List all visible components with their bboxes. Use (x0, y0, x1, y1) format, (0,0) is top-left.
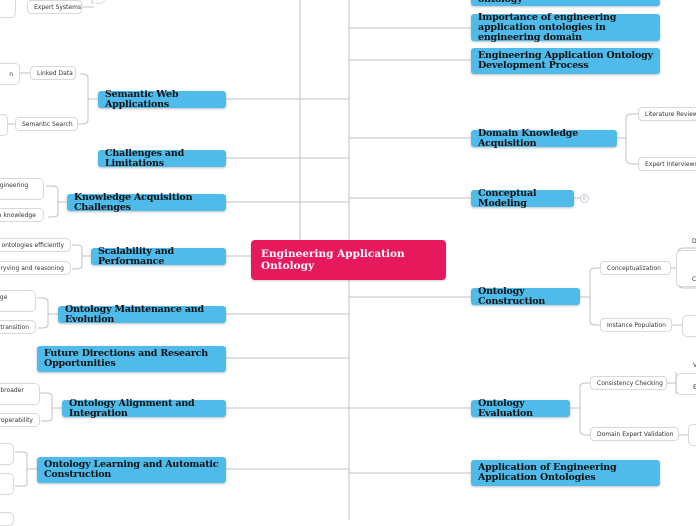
topic-domain-knowledge-acquisition[interactable]: Domain Knowledge Acquisition (471, 128, 617, 148)
subtopic-domain-expert-validation[interactable]: Domain Expert Validation (590, 427, 679, 441)
topic-development-process[interactable]: Engineering Application Ontology Develop… (471, 48, 660, 74)
topic-ontology-top[interactable]: ontology (471, 0, 660, 6)
central-topic-label: Engineering Application Ontology (261, 248, 405, 272)
subtopic-expert-interviews[interactable]: Expert Interviews (638, 157, 696, 171)
leaf-expert-systems-prev[interactable] (0, 0, 16, 18)
topic-conceptual-modeling[interactable]: Conceptual Modeling (471, 188, 574, 208)
leaf-semantic-search-child[interactable] (0, 114, 8, 136)
subtopic-linked-data[interactable]: Linked Data (30, 66, 76, 80)
subtopic-consistency-checking[interactable]: Consistency Checking (590, 376, 667, 390)
leaf-learning-1[interactable] (0, 443, 14, 465)
topic-application-of-ontologies[interactable]: Application of Engineering Application O… (471, 460, 660, 486)
leaf-learning-3[interactable] (0, 512, 14, 526)
leaf-text-c: C (692, 276, 696, 283)
leaf-ka-knowledge[interactable]: in knowledge (0, 208, 44, 222)
topic-future-directions[interactable]: Future Directions and Research Opportuni… (37, 346, 226, 372)
leaf-ka-engineering[interactable]: ngineering (0, 178, 44, 200)
topic-ontology-alignment[interactable]: Ontology Alignment and Integration (62, 398, 226, 418)
subtopic-literature-review[interactable]: Literature Review (638, 107, 696, 121)
leaf-alignment-broader[interactable]: r broader (0, 383, 40, 405)
central-topic[interactable]: Engineering Application Ontology (251, 240, 446, 280)
topic-semantic-web-applications[interactable]: Semantic Web Applications (98, 89, 226, 109)
leaf-maintenance-transition[interactable]: transition (0, 320, 36, 334)
subtopic-conceptualization[interactable]: Conceptualization (600, 261, 671, 275)
subtopic-expert-systems[interactable]: Expert Systems (27, 0, 82, 14)
subtopic-semantic-search[interactable]: Semantic Search (15, 117, 78, 131)
topic-importance[interactable]: Importance of engineering application on… (471, 12, 660, 42)
topic-ontology-maintenance[interactable]: Ontology Maintenance and Evolution (58, 304, 226, 324)
leaf-domain-expert-validation[interactable] (688, 424, 696, 446)
leaf-scalability-reasoning[interactable]: ueryving and reasoning (0, 261, 71, 275)
leaf-maintenance-knowledge[interactable]: dge (0, 290, 36, 312)
collapsed-children-count[interactable]: 6 (580, 194, 589, 203)
topic-ontology-construction[interactable]: Ontology Construction (471, 286, 580, 306)
leaf-instance-population[interactable] (682, 315, 696, 337)
topic-ontology-evaluation[interactable]: Ontology Evaluation (471, 398, 570, 418)
leaf-scalability-efficiently[interactable]: ontologies efficiently (0, 238, 71, 252)
topic-knowledge-acquisition-challenges[interactable]: Knowledge Acquisition Challenges (67, 192, 226, 212)
subtopic-instance-population[interactable]: Instance Population (600, 318, 672, 332)
topic-challenges-and-limitations[interactable]: Challenges and Limitations (98, 148, 226, 168)
leaf-learning-2[interactable] (0, 473, 14, 495)
leaf-alignment-interoperability[interactable]: roperability (0, 413, 40, 427)
topic-ontology-learning[interactable]: Ontology Learning and Automatic Construc… (37, 457, 226, 483)
leaf-text-d: D (692, 238, 696, 245)
leaf-linked-data-child[interactable]: n (0, 63, 20, 85)
topic-scalability-and-performance[interactable]: Scalability and Performance (91, 246, 226, 266)
